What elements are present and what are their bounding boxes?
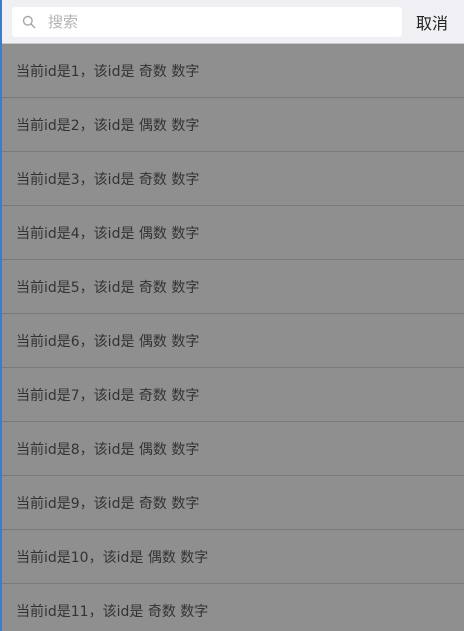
list-item[interactable]: 当前id是5，该id是 奇数 数字 [2,260,464,314]
list-item[interactable]: 当前id是6，该id是 偶数 数字 [2,314,464,368]
list-item[interactable]: 当前id是9，该id是 奇数 数字 [2,476,464,530]
search-bar: 取消 [2,0,464,44]
list-item[interactable]: 当前id是2，该id是 偶数 数字 [2,98,464,152]
list-item[interactable]: 当前id是3，该id是 奇数 数字 [2,152,464,206]
app-frame: 取消 当前id是1，该id是 奇数 数字 当前id是2，该id是 偶数 数字 当… [0,0,464,631]
list-item[interactable]: 当前id是10，该id是 偶数 数字 [2,530,464,584]
search-box[interactable] [12,6,402,37]
list-item[interactable]: 当前id是11，该id是 奇数 数字 [2,584,464,631]
list-item[interactable]: 当前id是4，该id是 偶数 数字 [2,206,464,260]
search-input[interactable] [48,12,378,31]
list-item[interactable]: 当前id是1，该id是 奇数 数字 [2,44,464,98]
search-icon [20,13,38,31]
result-list: 当前id是1，该id是 奇数 数字 当前id是2，该id是 偶数 数字 当前id… [2,44,464,631]
cancel-button[interactable]: 取消 [416,10,448,34]
list-item[interactable]: 当前id是8，该id是 偶数 数字 [2,422,464,476]
list-item[interactable]: 当前id是7，该id是 奇数 数字 [2,368,464,422]
